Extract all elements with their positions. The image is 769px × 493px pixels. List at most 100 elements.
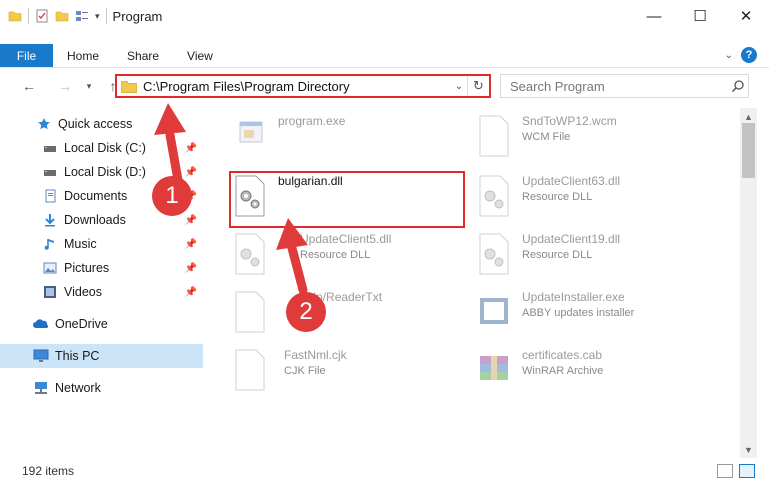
pin-icon[interactable]: 📌 [185, 167, 197, 178]
file-name: UpdateClient5.dll [300, 232, 392, 246]
sidebar-item-network[interactable]: Network [0, 376, 203, 400]
drive-icon [42, 164, 58, 180]
tab-file[interactable]: File [0, 44, 53, 67]
forward-button[interactable]: → [54, 75, 76, 97]
minimize-button[interactable]: — [631, 0, 677, 32]
pictures-icon [42, 260, 58, 276]
file-item[interactable]: UpdateClient19.dll Resource DLL [476, 232, 620, 276]
sidebar-item-label: Local Disk (D:) [64, 165, 146, 179]
chevron-down-icon[interactable]: ⌄ [451, 81, 467, 92]
vertical-scrollbar[interactable]: ▲ ▼ [740, 108, 757, 458]
sidebar-item-music[interactable]: Music 📌 [0, 232, 203, 256]
step-badge-1: 1 [152, 176, 192, 216]
sidebar-item-label: Network [55, 381, 101, 395]
file-name: UpdateInstaller.exe [522, 290, 625, 304]
search-icon[interactable] [728, 79, 748, 93]
file-type: Resource DLL [522, 191, 593, 203]
maximize-button[interactable]: ☐ [677, 0, 723, 32]
item-count: 192 items [22, 464, 75, 478]
winrar-icon [480, 356, 508, 380]
documents-icon [42, 188, 58, 204]
highlight-box [229, 171, 465, 228]
sidebar-item-label: Pictures [64, 261, 110, 275]
customize-toolbar-icon[interactable]: ▾ [95, 11, 100, 22]
search-input[interactable]: Search Program [510, 79, 728, 94]
tab-share[interactable]: Share [113, 44, 173, 67]
sidebar-item-videos[interactable]: Videos 📌 [0, 280, 203, 304]
navigation-bar: ← → ▾ ↑ C:\Program Files\Program Directo… [0, 70, 769, 102]
address-path[interactable]: C:\Program Files\Program Directory [143, 79, 451, 94]
large-icons-view-icon[interactable] [739, 464, 755, 478]
file-item[interactable]: certificates.cab WinRAR Archive [476, 348, 603, 392]
ribbon-right-controls: ⌄ ? [725, 47, 757, 63]
file-item[interactable]: UpdateClient63.dll Resource DLL [476, 174, 620, 218]
pin-icon[interactable]: 📌 [185, 215, 197, 226]
dll-gear-icon [235, 233, 265, 275]
file-name: UpdateClient19.dll [522, 232, 621, 246]
tab-view[interactable]: View [173, 44, 227, 67]
pin-icon[interactable]: 📌 [185, 263, 197, 274]
blank-file-icon [479, 115, 509, 157]
onedrive-icon [33, 316, 49, 332]
blank-file-icon [235, 291, 265, 333]
sidebar-item-this-pc[interactable]: This PC [0, 344, 203, 368]
dll-gear-icon [479, 233, 509, 275]
expand-ribbon-icon[interactable]: ⌄ [725, 50, 733, 61]
pin-icon[interactable]: 📌 [185, 239, 197, 250]
network-icon [33, 380, 49, 396]
file-name: certificates.cab [522, 348, 603, 362]
help-icon[interactable]: ? [741, 47, 757, 63]
file-type: Resource DLL [522, 249, 593, 261]
drive-icon [42, 140, 58, 156]
file-type: Resource DLL [300, 249, 371, 261]
file-item[interactable]: SndToWP12.wcm WCM File [476, 114, 617, 158]
toolbar-divider [105, 8, 107, 24]
installer-icon [480, 298, 508, 324]
recent-locations-button[interactable]: ▾ [78, 75, 100, 97]
sidebar-item-label: Downloads [64, 213, 126, 227]
scroll-thumb[interactable] [742, 123, 755, 178]
file-list: program.exe SndToWP12.wcm WCM File bulgar… [214, 108, 740, 458]
sidebar-item-pictures[interactable]: Pictures 📌 [0, 256, 203, 280]
new-folder-icon[interactable] [55, 9, 69, 23]
sidebar-item-label: Local Disk (C:) [64, 141, 146, 155]
file-item[interactable]: FastNml.cjk CJK File [232, 348, 347, 392]
sidebar-item-local-disk-c[interactable]: Local Disk (C:) 📌 [0, 136, 203, 160]
downloads-icon [42, 212, 58, 228]
back-button[interactable]: ← [18, 75, 40, 97]
sidebar-item-label: Documents [64, 189, 128, 203]
scroll-down-icon[interactable]: ▼ [740, 441, 757, 458]
sidebar-item-label: Videos [64, 285, 102, 299]
music-icon [42, 236, 58, 252]
close-button[interactable]: ✕ [723, 0, 769, 32]
pin-icon[interactable]: 📌 [185, 287, 197, 298]
file-item[interactable]: UpdateInstaller.exe ABBY updates installe… [476, 290, 634, 334]
address-bar[interactable]: C:\Program Files\Program Directory ⌄ ↻ [115, 74, 491, 98]
title-bar: ▾ Program — ☐ ✕ [0, 0, 769, 32]
view-switcher [717, 464, 755, 478]
status-bar: 192 items [0, 458, 769, 484]
sidebar-item-label: This PC [55, 349, 100, 363]
sidebar-item-label: Music [64, 237, 97, 251]
refresh-icon[interactable]: ↻ [467, 76, 489, 96]
search-box[interactable]: Search Program [500, 74, 749, 98]
blank-file-icon [235, 349, 265, 391]
folder-icon [121, 80, 137, 93]
properties-icon[interactable] [35, 9, 49, 23]
window-controls: — ☐ ✕ [631, 0, 769, 32]
navigation-pane: Quick access Local Disk (C:) 📌 Local Dis… [0, 108, 206, 456]
file-item[interactable]: program.exe [232, 114, 345, 158]
file-type: WinRAR Archive [522, 365, 604, 377]
file-name: FastNml.cjk [284, 348, 347, 362]
file-type: WCM File [522, 131, 571, 143]
file-item[interactable]: UpdateClient5.dll Resource DLL [232, 232, 391, 276]
file-type: CJK File [284, 365, 326, 377]
rename-icon[interactable] [75, 9, 89, 23]
tab-home[interactable]: Home [53, 44, 113, 67]
sidebar-item-quick-access[interactable]: Quick access [0, 112, 203, 136]
pin-icon[interactable]: 📌 [185, 143, 197, 154]
sidebar-item-onedrive[interactable]: OneDrive [0, 312, 203, 336]
computer-icon [33, 348, 49, 364]
file-name: program.exe [278, 114, 346, 128]
details-view-icon[interactable] [717, 464, 733, 478]
